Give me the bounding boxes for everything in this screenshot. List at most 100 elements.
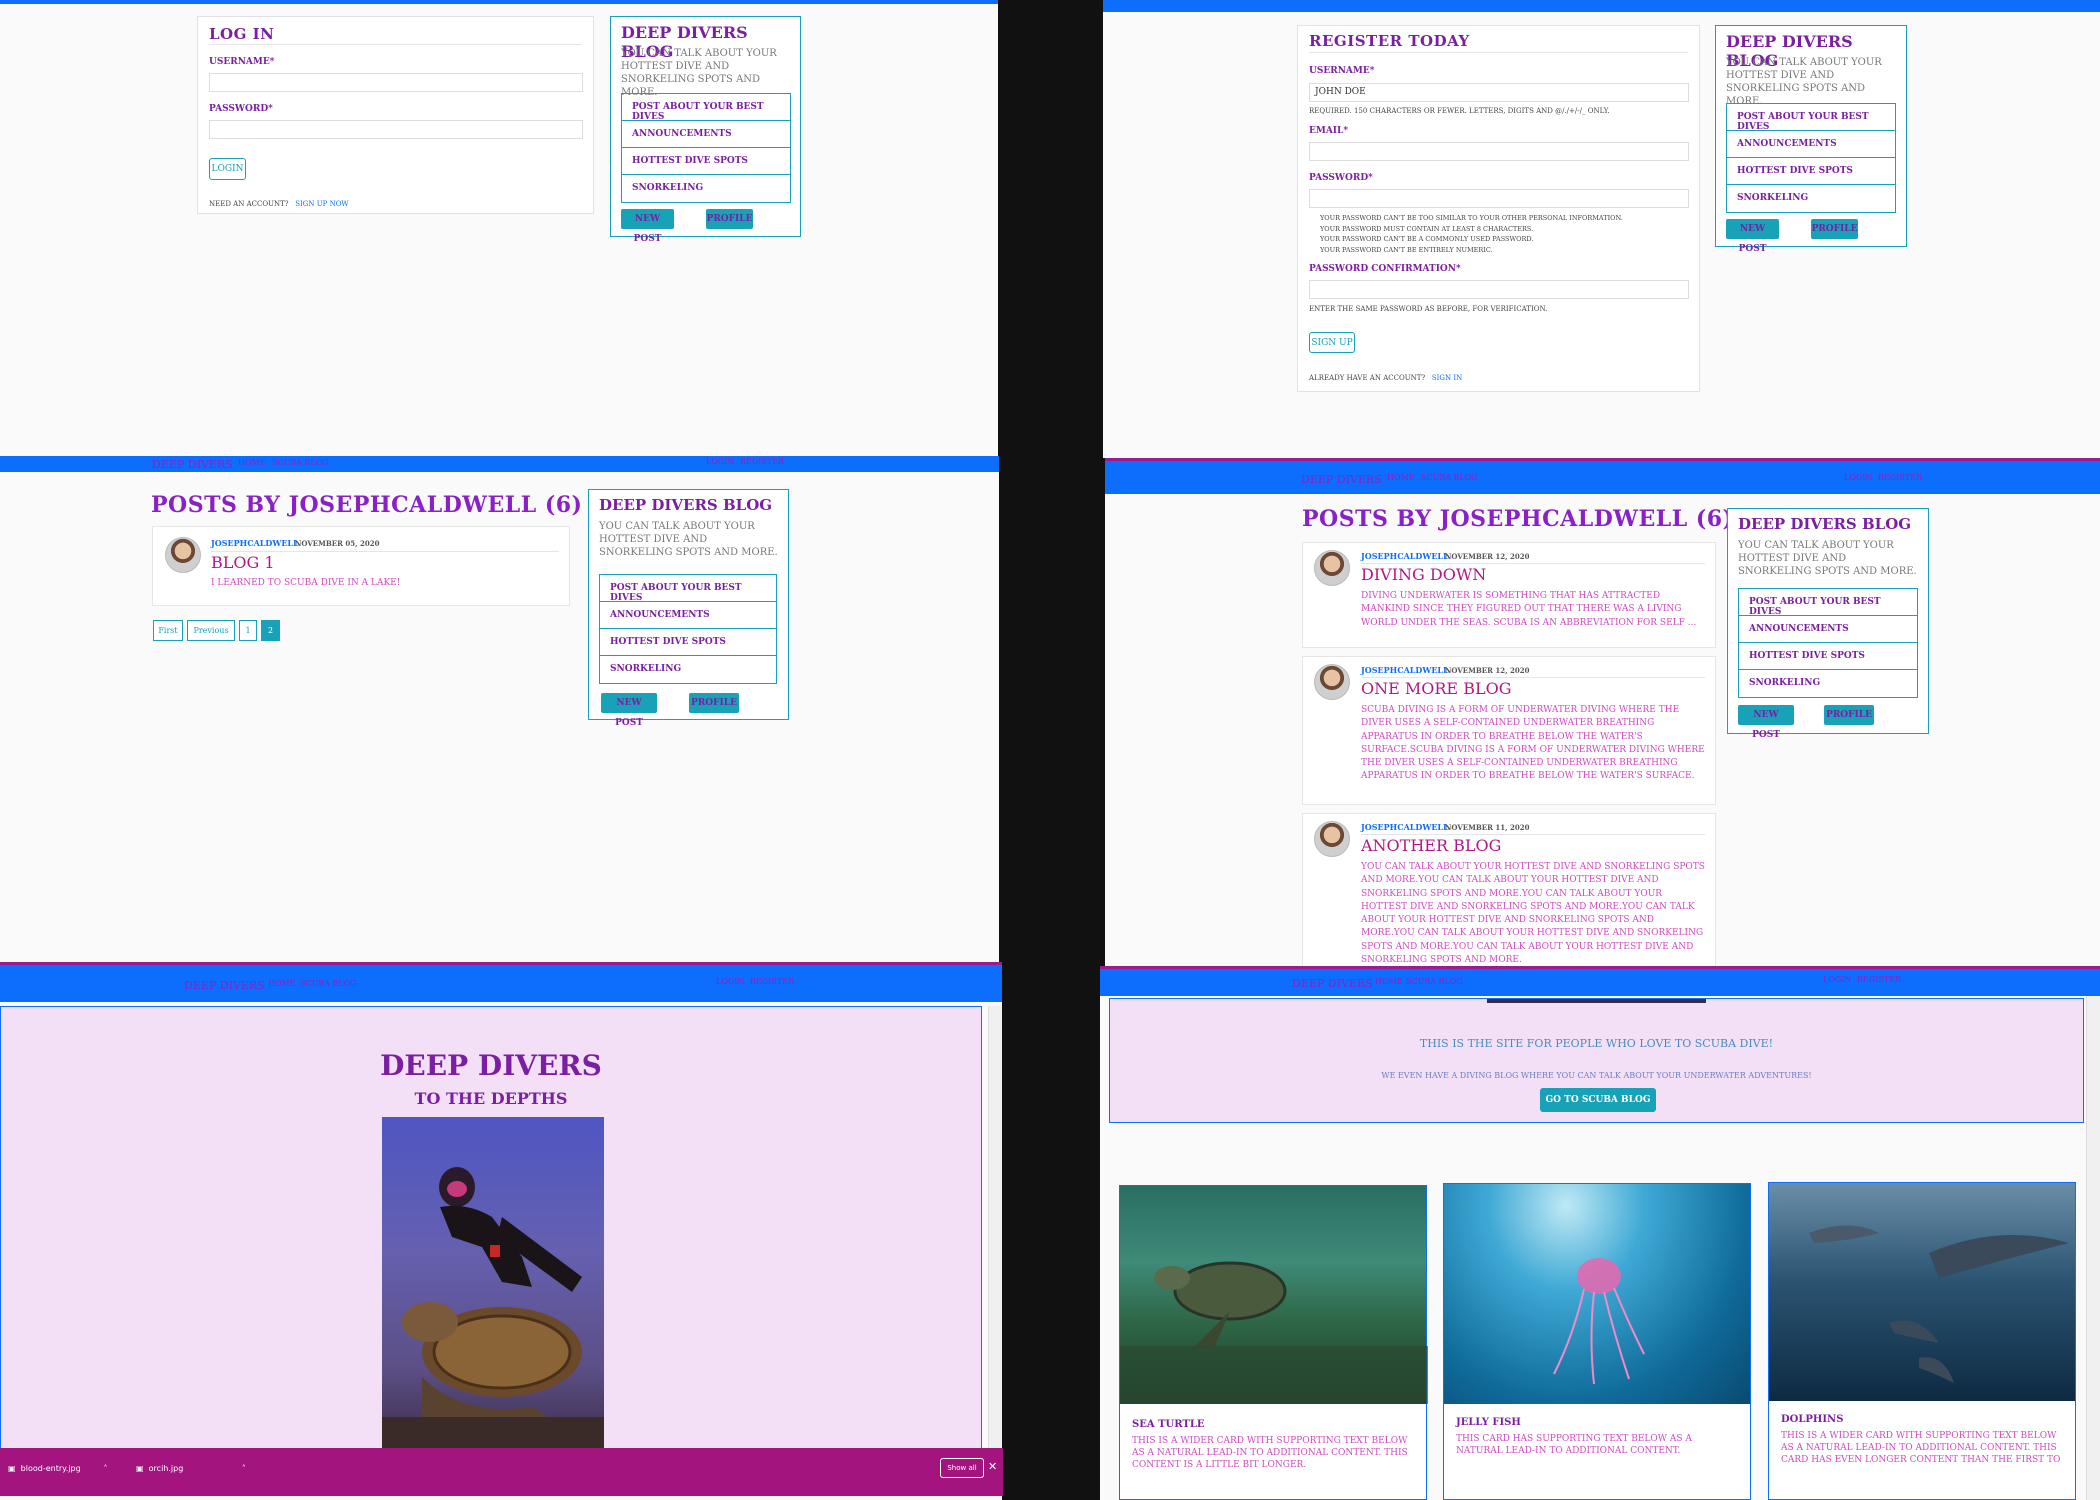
nav-home[interactable]: Home — [238, 458, 266, 467]
sidebar-item-best-dives[interactable]: Post about your best dives — [622, 94, 790, 122]
diver-turtle-graphic — [382, 1167, 604, 1452]
username-label: Username* — [209, 57, 275, 67]
register-screenshot: Register Today Username* john doe Requir… — [1103, 0, 2100, 458]
sidebar-item-announcements[interactable]: Announcements — [600, 602, 776, 629]
navbar: Deep Divers Home Scuba Blog Login Regist… — [0, 456, 999, 472]
profile-button[interactable]: Profile — [706, 209, 753, 229]
post-card: josephcaldwell November 05, 2020 Blog 1 … — [152, 526, 570, 606]
sidebar-item-snorkeling[interactable]: Snorkeling — [600, 656, 776, 683]
close-icon[interactable]: ✕ — [988, 1460, 997, 1473]
scrollbar[interactable] — [2086, 996, 2100, 1500]
sign-up-button[interactable]: Sign Up — [1309, 332, 1355, 353]
card-jelly-fish[interactable]: Jelly Fish This card has supporting text… — [1443, 1183, 1751, 1500]
nav-login[interactable]: Login — [1823, 975, 1851, 984]
brand-link[interactable]: Deep Divers — [152, 458, 233, 471]
card-dolphins[interactable]: Dolphins This is a wider card with suppo… — [1768, 1182, 2076, 1500]
nav-scuba-blog[interactable]: Scuba Blog — [300, 979, 357, 988]
page-first[interactable]: First — [153, 620, 183, 641]
brand-link[interactable]: Deep Divers — [1301, 473, 1382, 486]
page-previous[interactable]: Previous — [187, 620, 235, 641]
profile-button[interactable]: Profile — [1811, 219, 1858, 239]
confirm-input[interactable] — [1309, 280, 1689, 299]
nav-register[interactable]: Register — [1857, 975, 1901, 984]
nav-register[interactable]: Register — [1878, 473, 1922, 482]
sidebar-item-snorkeling[interactable]: Snorkeling — [622, 175, 790, 202]
sign-in-link[interactable]: Sign In — [1432, 374, 1462, 382]
post-author[interactable]: josephcaldwell — [1361, 551, 1449, 561]
navbar: Deep Divers Home Scuba Blog Login Regist… — [1100, 966, 2100, 996]
card-text: This card has supporting text below as a… — [1456, 1434, 1692, 1456]
nav-scuba-blog[interactable]: Scuba Blog — [1406, 977, 1463, 986]
post-card: josephcaldwell November 11, 2020 Another… — [1302, 813, 1716, 968]
nav-login[interactable]: Login — [706, 457, 734, 466]
post-author[interactable]: josephcaldwell — [1361, 822, 1449, 832]
post-title[interactable]: Blog 1 — [211, 553, 275, 572]
profile-button[interactable]: Profile — [689, 693, 739, 713]
login-button[interactable]: Login — [209, 158, 246, 180]
brand-link[interactable]: Deep Divers — [1292, 977, 1373, 990]
hero-diver-image — [382, 1117, 604, 1452]
page-2[interactable]: 2 — [261, 620, 280, 641]
nav-login[interactable]: Login — [716, 977, 744, 986]
turtle-graphic — [1120, 1261, 1428, 1404]
nav-home[interactable]: Home — [1375, 977, 1403, 986]
brand-link[interactable]: Deep Divers — [184, 979, 265, 992]
navbar: Deep Divers Home Scuba Blog Login Regist… — [1105, 458, 2100, 494]
home-cards-screenshot: Deep Divers Home Scuba Blog Login Regist… — [1100, 966, 2100, 1500]
card-title: Sea Turtle — [1132, 1419, 1205, 1430]
avatar — [1314, 550, 1350, 586]
post-title[interactable]: Diving Down — [1361, 565, 1486, 584]
post-title[interactable]: Another Blog — [1361, 836, 1501, 855]
new-post-button[interactable]: New Post — [621, 209, 674, 244]
sidebar-item-best-dives[interactable]: Post about your best dives — [1739, 589, 1917, 617]
sidebar-item-best-dives[interactable]: Post about your best dives — [1727, 104, 1895, 132]
new-post-button[interactable]: New Post — [1726, 219, 1779, 254]
sidebar-item-announcements[interactable]: Announcements — [1727, 131, 1895, 158]
password-input[interactable] — [1309, 189, 1689, 208]
post-title[interactable]: One more blog — [1361, 679, 1511, 698]
nav-home[interactable]: Home — [1387, 473, 1415, 482]
sidebar-item-hottest-spots[interactable]: Hottest dive spots — [600, 629, 776, 656]
sidebar-item-announcements[interactable]: Announcements — [622, 121, 790, 148]
post-author[interactable]: josephcaldwell — [1361, 665, 1449, 675]
user-posts-screenshot: Deep Divers Home Scuba Blog Login Regist… — [1105, 458, 2100, 968]
jellyfish-graphic — [1553, 1258, 1645, 1385]
jelly-fish-image — [1444, 1184, 1750, 1404]
sign-up-link[interactable]: Sign Up Now — [295, 200, 348, 208]
nav-login[interactable]: Login — [1844, 473, 1872, 482]
page-1[interactable]: 1 — [239, 620, 257, 641]
nav-register[interactable]: Register — [750, 977, 794, 986]
show-all-button[interactable]: Show all — [940, 1458, 984, 1478]
profile-button[interactable]: Profile — [1824, 705, 1874, 725]
new-post-button[interactable]: New Post — [601, 693, 657, 728]
sidebar-links: Post about your best dives Announcements… — [599, 574, 777, 684]
post-author[interactable]: josephcaldwell — [211, 538, 299, 548]
card-text: This is a wider card with supporting tex… — [1781, 1431, 2061, 1465]
card-sea-turtle[interactable]: Sea Turtle This is a wider card with sup… — [1119, 1185, 1428, 1500]
nav-scuba-blog[interactable]: Scuba Blog — [272, 458, 329, 467]
scrollbar[interactable] — [988, 1006, 1002, 1451]
username-input[interactable]: john doe — [1309, 83, 1689, 102]
sidebar-item-hottest-spots[interactable]: Hottest dive spots — [1727, 158, 1895, 185]
password-input[interactable] — [209, 120, 583, 139]
post-date: November 11, 2020 — [1445, 823, 1530, 832]
sidebar-item-snorkeling[interactable]: Snorkeling — [1727, 185, 1895, 212]
download-item-2[interactable]: ▣ orcih.jpg ˄ — [136, 1464, 246, 1473]
sidebar-item-hottest-spots[interactable]: Hottest dive spots — [1739, 643, 1917, 670]
sidebar-item-best-dives[interactable]: Post about your best dives — [600, 575, 776, 603]
nav-home[interactable]: Home — [268, 979, 296, 988]
go-to-blog-button[interactable]: Go to Scuba Blog — [1540, 1088, 1656, 1112]
card-title: Jelly Fish — [1456, 1417, 1521, 1428]
email-input[interactable] — [1309, 142, 1689, 161]
nav-scuba-blog[interactable]: Scuba Blog — [1421, 473, 1478, 482]
new-post-button[interactable]: New Post — [1738, 705, 1794, 740]
nav-register[interactable]: Register — [740, 457, 784, 466]
sidebar-item-snorkeling[interactable]: Snorkeling — [1739, 670, 1917, 697]
sidebar-item-announcements[interactable]: Announcements — [1739, 616, 1917, 643]
username-input[interactable] — [209, 73, 583, 92]
sea-turtle-image — [1120, 1186, 1428, 1404]
register-card: Register Today Username* john doe Requir… — [1297, 25, 1700, 392]
sidebar-item-hottest-spots[interactable]: Hottest dive spots — [622, 148, 790, 175]
confirm-help: Enter the same password as before, for v… — [1309, 305, 1548, 313]
download-item-1[interactable]: ▣ blood-entry.jpg ˄ — [8, 1464, 108, 1473]
